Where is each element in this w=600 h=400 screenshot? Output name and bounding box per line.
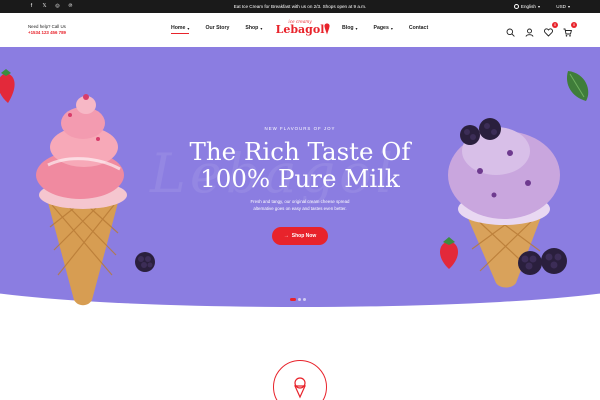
cone-icon bbox=[324, 23, 330, 35]
delicious-ice-cream-badge bbox=[273, 360, 327, 400]
heart-icon bbox=[544, 28, 553, 37]
wishlist-button[interactable]: 0 bbox=[544, 22, 558, 37]
nav-item-home[interactable]: Home ▾ bbox=[171, 25, 190, 34]
logo-name: Lebagol bbox=[275, 23, 325, 36]
search-icon[interactable] bbox=[506, 24, 515, 37]
slider-pagination bbox=[290, 298, 306, 301]
nav-label: Contact bbox=[408, 25, 429, 31]
nav-left: Home ▾ Our Story Shop ▾ bbox=[171, 25, 262, 34]
cart-button[interactable]: 0 bbox=[563, 22, 577, 37]
header-actions: 0 0 bbox=[506, 22, 577, 37]
chevron-down-icon: ▾ bbox=[537, 3, 540, 9]
nav-item-contact[interactable]: Contact bbox=[409, 25, 428, 31]
nav-label: Shop bbox=[245, 25, 259, 31]
chevron-down-icon: ▾ bbox=[187, 25, 190, 31]
currency-label: USD bbox=[556, 3, 566, 9]
hero-title-line-2: 100% Pure Milk bbox=[200, 164, 400, 193]
hero-banner: Lebagol NEW FLAVOURS OF JOY The Rich Tas… bbox=[0, 47, 600, 307]
nav-label: Pages bbox=[373, 25, 389, 31]
slide-dot-2[interactable] bbox=[298, 298, 301, 301]
ice-cream-cone-icon bbox=[294, 377, 306, 399]
language-selector[interactable]: English ▾ bbox=[513, 3, 540, 9]
nav-label: Our Story bbox=[205, 25, 230, 31]
cart-icon bbox=[563, 28, 572, 37]
slide-dot-3[interactable] bbox=[303, 298, 306, 301]
strawberry-image bbox=[439, 237, 459, 269]
user-icon[interactable] bbox=[525, 24, 534, 37]
announcement-text: Eat Ice Cream for Breakfast with us on 2… bbox=[233, 4, 367, 9]
cart-count-badge: 0 bbox=[571, 22, 577, 28]
hero-title-line-1: The Rich Taste Of bbox=[189, 137, 411, 166]
wishlist-count-badge: 0 bbox=[552, 22, 558, 28]
blackberry-image bbox=[135, 252, 155, 272]
pink-ice-cream-cone-image bbox=[36, 94, 127, 306]
hero-eyebrow: NEW FLAVOURS OF JOY bbox=[264, 126, 336, 131]
nav-right: Blog ▾ Pages ▾ Contact bbox=[342, 25, 428, 31]
nav-item-pages[interactable]: Pages ▾ bbox=[374, 25, 393, 31]
phone-link[interactable]: +1534 123 456 789 bbox=[28, 30, 66, 36]
nav-item-blog[interactable]: Blog ▾ bbox=[342, 25, 358, 31]
shop-now-label: Shop Now bbox=[291, 233, 317, 239]
chevron-down-icon: ▾ bbox=[260, 25, 263, 31]
site-logo[interactable]: ice creamy Lebagol bbox=[268, 19, 332, 36]
strawberry-image bbox=[0, 69, 15, 103]
help-contact: Need help? Call Us +1534 123 456 789 bbox=[28, 24, 66, 36]
globe-icon bbox=[513, 3, 519, 9]
nav-item-shop[interactable]: Shop ▾ bbox=[245, 25, 262, 31]
chevron-down-icon: ▾ bbox=[390, 25, 393, 31]
chevron-down-icon: ▾ bbox=[355, 25, 358, 31]
shop-now-button[interactable]: → Shop Now bbox=[272, 227, 328, 245]
nav-label: Home bbox=[171, 25, 186, 31]
chevron-down-icon: ▾ bbox=[567, 3, 570, 9]
arrow-right-icon: → bbox=[283, 233, 289, 239]
nav-item-our-story[interactable]: Our Story bbox=[205, 25, 229, 31]
language-label: English bbox=[520, 3, 536, 9]
top-bar: f 𝕏 ◎ ℗ Eat Ice Cream for Breakfast with… bbox=[0, 0, 600, 13]
nav-label: Blog bbox=[342, 25, 354, 31]
hero-description: Fresh and tangy, our original cream chee… bbox=[250, 199, 350, 211]
currency-selector[interactable]: USD ▾ bbox=[556, 4, 570, 9]
blackberry-image bbox=[518, 248, 567, 275]
main-header: Need help? Call Us +1534 123 456 789 Hom… bbox=[0, 13, 600, 47]
hero-title: The Rich Taste Of 100% Pure Milk bbox=[0, 138, 600, 192]
slide-dot-1[interactable] bbox=[290, 298, 296, 301]
